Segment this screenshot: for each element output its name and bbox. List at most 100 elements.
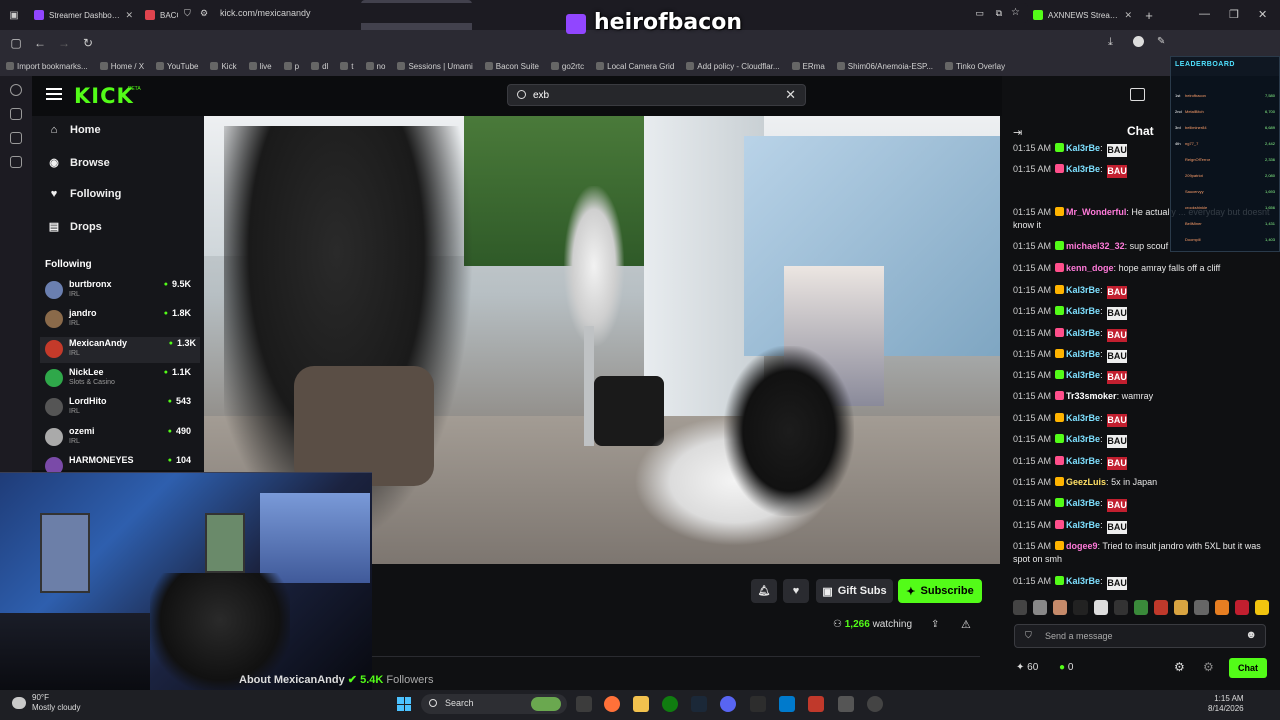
emote-icon[interactable] (1013, 600, 1028, 615)
emote-icon[interactable] (1194, 600, 1209, 615)
emote-icon[interactable] (1214, 600, 1229, 615)
app-window-icon[interactable] (838, 696, 854, 712)
task-view-icon[interactable] (576, 696, 592, 712)
nav-browse[interactable]: ◉ Browse (48, 156, 110, 170)
history-icon[interactable] (10, 132, 22, 144)
firefox-icon[interactable] (604, 696, 620, 712)
message-user[interactable]: Kal3rBe (1066, 413, 1100, 423)
kick-logo[interactable]: KICK (74, 84, 134, 108)
shield-icon[interactable]: ⛉ (184, 3, 191, 23)
taskbar-search[interactable]: Search (421, 694, 567, 714)
emote-icon[interactable] (1174, 600, 1189, 615)
message-user[interactable]: Kal3rBe (1066, 306, 1100, 316)
minimize-icon[interactable]: — (1199, 8, 1210, 20)
message-user[interactable]: Kal3rBe (1066, 576, 1100, 586)
reader-mode-icon[interactable]: ▭ (975, 3, 984, 23)
start-icon[interactable] (397, 697, 411, 711)
nav-following[interactable]: ♥ Following (48, 188, 122, 200)
bookmark-item[interactable]: Home / X (99, 62, 144, 71)
emote-icon[interactable] (1053, 600, 1068, 615)
close-window-icon[interactable]: ✕ (1258, 8, 1267, 21)
bookmarks-sidebar-icon[interactable] (10, 156, 22, 168)
tab-list-icon[interactable]: ▣ (0, 10, 28, 21)
mod-settings-icon[interactable]: ⚙ (1203, 660, 1214, 674)
forward-icon[interactable]: → (52, 36, 76, 50)
bookmark-item[interactable]: go2rtc (550, 62, 584, 71)
search-input[interactable]: exb ✕ (507, 84, 806, 106)
gift-subs-button[interactable]: ▣ Gift Subs (816, 579, 893, 603)
emote-icon[interactable] (1093, 600, 1108, 615)
tab-close-icon[interactable]: ✕ (1124, 10, 1132, 21)
file-explorer-icon[interactable] (633, 696, 649, 712)
bookmark-item[interactable]: Sessions | Umami (397, 62, 473, 71)
collapse-chat-icon[interactable]: ⇥ (1013, 126, 1022, 139)
message-user[interactable]: michael32_32 (1066, 241, 1125, 251)
nav-home[interactable]: ⌂ Home (48, 124, 101, 136)
bookmark-item[interactable]: dl (311, 62, 328, 71)
share-icon[interactable]: ⇪ (931, 619, 939, 630)
message-user[interactable]: Kal3rBe (1066, 456, 1100, 466)
bookmark-item[interactable]: Bacon Suite (484, 62, 539, 71)
xbox-icon[interactable] (662, 696, 678, 712)
report-icon[interactable]: ⚠ (961, 618, 971, 631)
following-channel[interactable]: burtbronx IRL 9.5K (45, 278, 195, 304)
following-channel[interactable]: MexicanAndyIRL 1.3K (40, 336, 200, 363)
terminal-icon[interactable] (750, 696, 766, 712)
browser-tab[interactable]: AXNNEWS Stream - ✕ (1027, 0, 1138, 30)
message-user[interactable]: Kal3rBe (1066, 498, 1100, 508)
vscode-icon[interactable] (779, 696, 795, 712)
obs-app-icon[interactable] (808, 696, 824, 712)
bookmark-item[interactable]: Tinko Overlay (945, 62, 1005, 71)
chat-input[interactable]: ⛉ Send a message ☻ (1014, 624, 1266, 648)
bookmark-item[interactable]: live (248, 62, 272, 71)
bookmark-item[interactable]: no (365, 62, 385, 71)
message-user[interactable]: Kal3rBe (1066, 370, 1100, 380)
taskbar-clock[interactable]: 1:15 AM 8/14/2026 (1208, 694, 1244, 714)
bookmark-star-icon[interactable]: ☆ (1011, 3, 1020, 23)
settings-app-icon[interactable] (867, 696, 883, 712)
extensions-icon[interactable]: ✎ (1157, 36, 1165, 47)
browser-tab[interactable]: Streamer Dashboard | T ✕ (28, 0, 139, 30)
chat-settings-icon[interactable]: ⚙ (1174, 660, 1185, 674)
back-icon[interactable]: ← (28, 36, 52, 50)
following-channel[interactable]: jandroIRL 1.8K (45, 307, 195, 333)
bookmark-item[interactable]: p (283, 62, 299, 71)
message-user[interactable]: Mr_Wonderful (1066, 207, 1126, 217)
bookmark-item[interactable]: ERma (791, 62, 825, 71)
bookmark-item[interactable]: t (340, 62, 354, 71)
emote-icon[interactable] (1234, 600, 1249, 615)
following-channel[interactable]: NickLeeSlots & Casino 1.1K (45, 366, 195, 392)
bookmark-item[interactable]: Local Camera Grid (596, 62, 674, 71)
synced-tabs-icon[interactable] (10, 108, 22, 120)
notification-bell-button[interactable]: 🔔︎ (751, 579, 777, 603)
message-user[interactable]: Kal3rBe (1066, 434, 1100, 444)
bookmark-item[interactable]: Kick (210, 62, 237, 71)
emote-icon[interactable] (1133, 600, 1149, 615)
message-user[interactable]: Kal3rBe (1066, 328, 1100, 338)
message-user[interactable]: dogee9 (1066, 541, 1098, 551)
maximize-icon[interactable]: ❐ (1229, 8, 1239, 21)
nav-drops[interactable]: ▤ Drops (48, 220, 102, 234)
steam-icon[interactable] (691, 696, 707, 712)
emote-icon[interactable] (1254, 600, 1270, 615)
new-tab-button[interactable]: + (1138, 8, 1160, 23)
message-user[interactable]: kenn_doge (1066, 263, 1114, 273)
downloads-icon[interactable]: ⤓ (1108, 36, 1113, 49)
emote-icon[interactable] (1033, 600, 1048, 615)
tab-close-icon[interactable]: ✕ (125, 10, 133, 21)
message-user[interactable]: Kal3rBe (1066, 520, 1100, 530)
message-user[interactable]: GeezLuis (1066, 477, 1106, 487)
message-user[interactable]: Kal3rBe (1066, 285, 1100, 295)
emote-icon[interactable] (1154, 600, 1169, 615)
following-channel[interactable]: LordHitoIRL 543 (45, 395, 195, 421)
subscribe-button[interactable]: ✦ Subscribe (898, 579, 982, 603)
emote-icon[interactable] (1113, 600, 1128, 615)
message-user[interactable]: Kal3rBe (1066, 143, 1100, 153)
screenshot-icon[interactable]: ⧉ (996, 3, 1002, 23)
follow-button[interactable]: ♥ (783, 579, 809, 603)
bookmark-item[interactable]: Add policy - Cloudflar... (686, 62, 780, 71)
bookmark-item[interactable]: YouTube (156, 62, 198, 71)
kicks-display[interactable]: ● 0 (1059, 662, 1073, 673)
message-user[interactable]: Kal3rBe (1066, 164, 1100, 174)
discord-icon[interactable] (720, 696, 736, 712)
